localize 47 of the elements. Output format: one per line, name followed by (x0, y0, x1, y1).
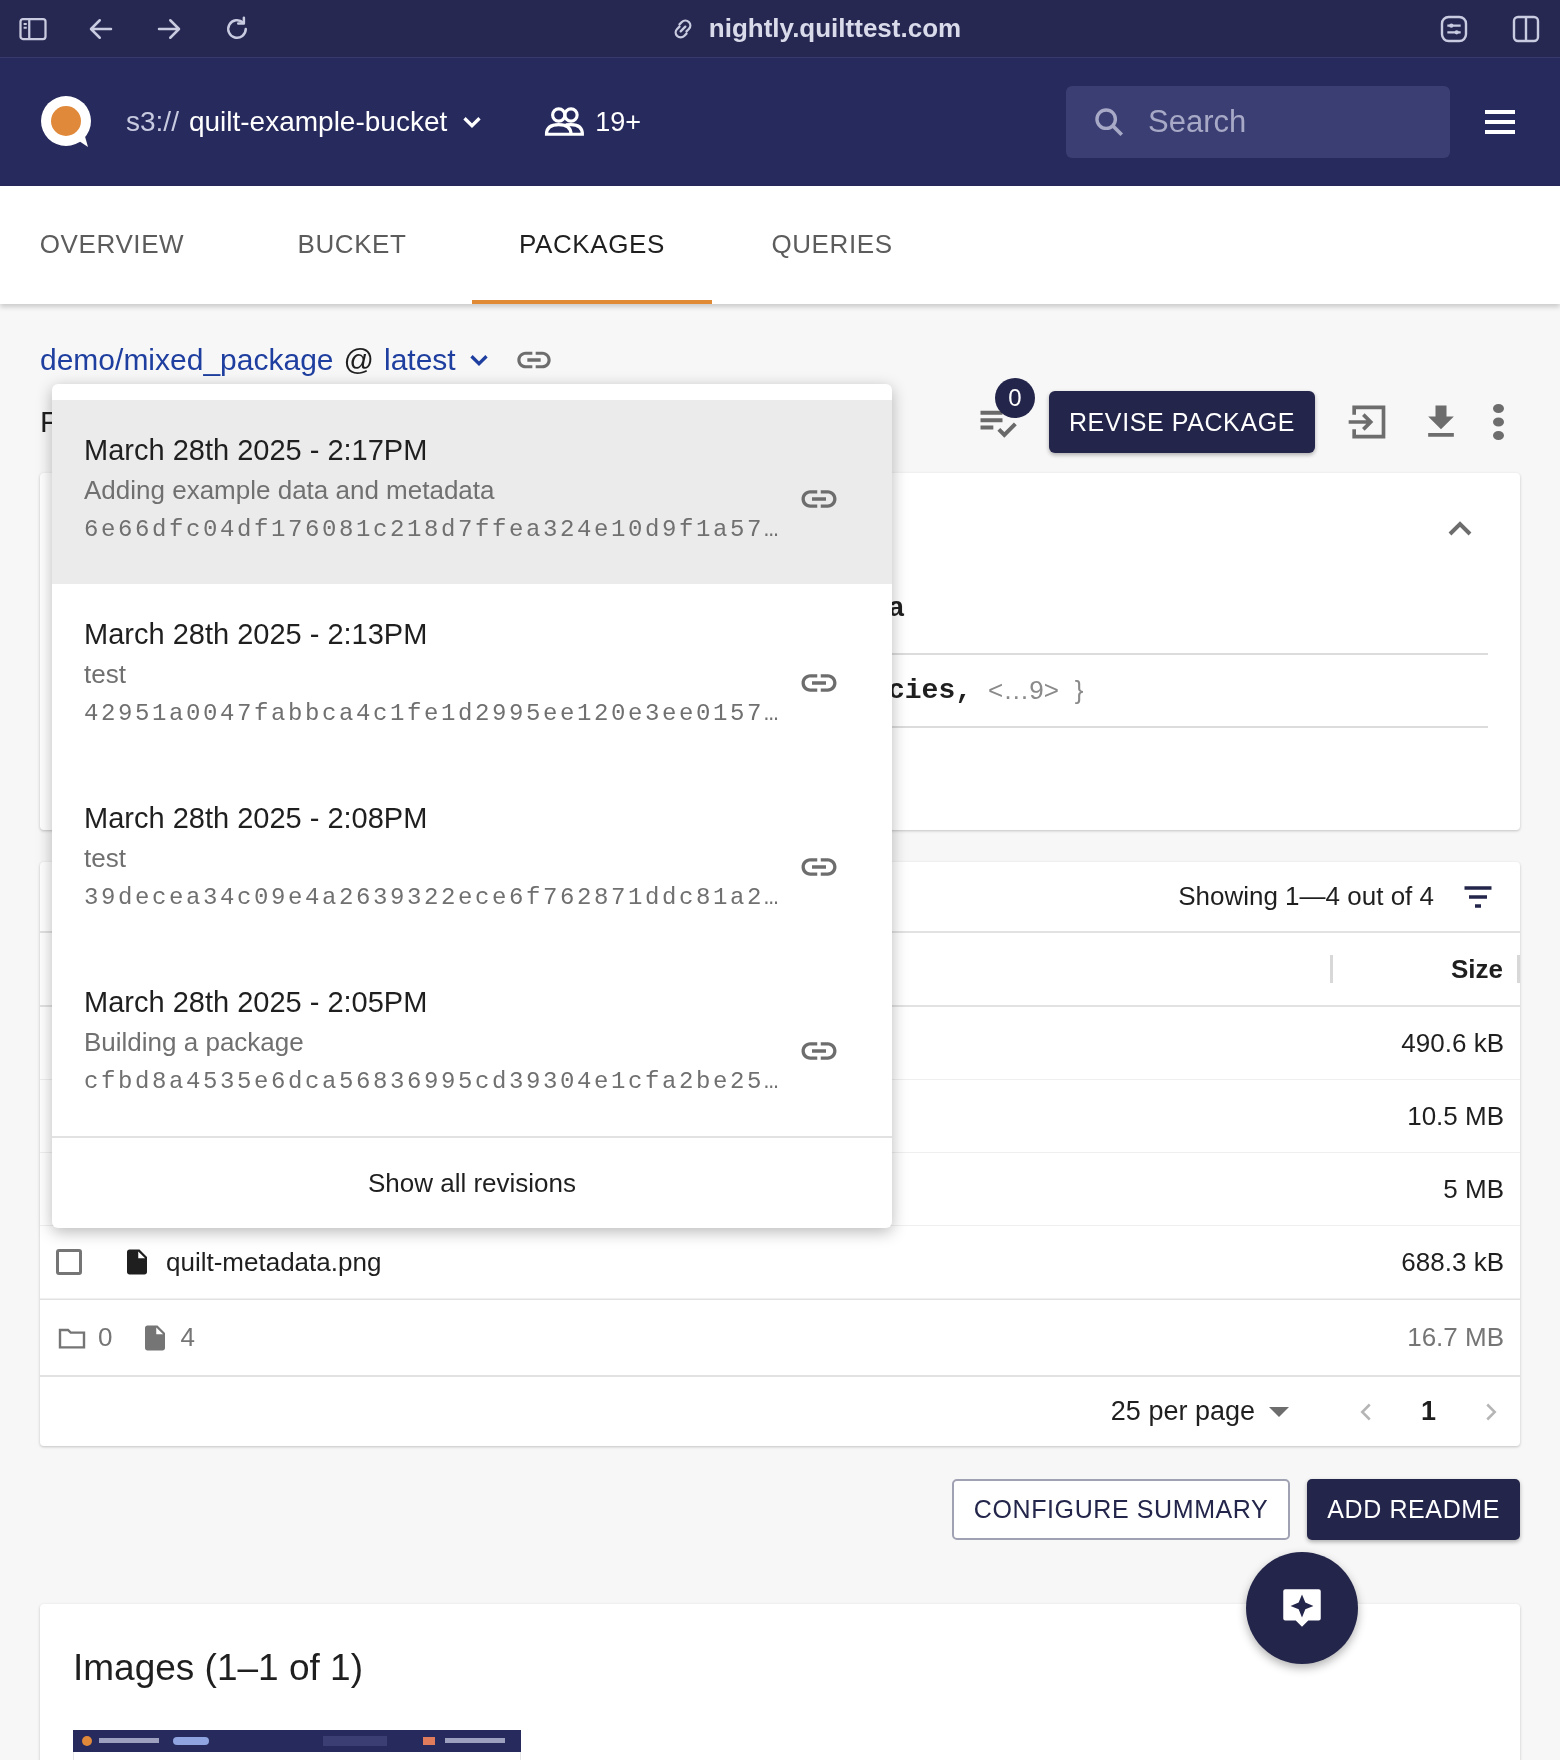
count-badge: 0 (994, 378, 1035, 418)
collaborator-count[interactable]: 19+ (595, 106, 642, 138)
revision-item[interactable]: March 28th 2025 - 2:17PM Adding example data and metadata 6e66dfc04df176081c218d7ffea324e10d9f1a57… (52, 400, 892, 584)
total-size: 16.7 MB (1407, 1322, 1504, 1353)
revision-date: March 28th 2025 - 2:08PM (84, 801, 428, 836)
closing-brace: } (1074, 675, 1084, 706)
revision-hash: 39decea34c09e4a2639322ece6f762871ddc81a2… (84, 883, 782, 913)
revision-date: March 28th 2025 - 2:05PM (84, 985, 428, 1020)
bucket-selector[interactable]: s3:// quilt-example-bucket (126, 106, 488, 138)
show-all-revisions-button[interactable]: Show all revisions (363, 1163, 581, 1203)
tab[interactable]: OVERVIEW (0, 186, 232, 304)
commit-message: Building a package (84, 1026, 304, 1059)
page-number[interactable]: 1 (1420, 1396, 1436, 1427)
file-name[interactable]: quilt-metadata.png (166, 1246, 382, 1278)
section-title: Images (1–1 of 1) (73, 1646, 363, 1690)
file-size: 688.3 kB (1401, 1246, 1504, 1278)
tab[interactable]: PACKAGES (472, 186, 712, 304)
commit-message: test (84, 658, 126, 691)
revision-item[interactable]: March 28th 2025 - 2:08PM test 39decea34c09e4a2639322ece6f762871ddc81a2… (52, 768, 892, 952)
tab[interactable]: BUCKET (232, 186, 472, 304)
revision-hash: 42951a0047fabbca4c1fe1d2995ee120e3ee0157… (84, 699, 782, 729)
selection-button[interactable]: 0 (974, 378, 1035, 444)
search-input[interactable]: Search (1148, 92, 1408, 152)
column-header[interactable]: Size (1450, 953, 1503, 985)
separator: @ (343, 343, 374, 377)
file-size: 490.6 kB (1401, 1027, 1504, 1059)
file-size: 5 MB (1443, 1173, 1504, 1205)
commit-message: test (84, 842, 126, 875)
revision-date: March 28th 2025 - 2:13PM (84, 617, 428, 652)
package-name-link[interactable]: demo/mixed_package (40, 343, 334, 377)
results-count: Showing 1—4 out of 4 (1178, 881, 1434, 912)
tab[interactable]: QUERIES (712, 186, 952, 304)
add-readme-button[interactable]: ADD README (1307, 1479, 1520, 1540)
revision-selector[interactable]: latest (384, 343, 494, 377)
address-bar-url[interactable]: nightly.quilttest.com (708, 13, 962, 44)
revision-hash: 6e66dfc04df176081c218d7ffea324e10d9f1a57… (84, 515, 782, 545)
revision-date: March 28th 2025 - 2:17PM (84, 433, 428, 468)
file-count: 4 (180, 1322, 195, 1353)
configure-summary-button[interactable]: CONFIGURE SUMMARY (951, 1479, 1291, 1540)
revision-item[interactable]: March 28th 2025 - 2:05PM Building a package cfbd8a4535e6dca56836995cd39304e1cfa2be25… (52, 952, 892, 1136)
rows-per-page-select[interactable]: 25 per page (1110, 1396, 1289, 1427)
revision-hash: cfbd8a4535e6dca56836995cd39304e1cfa2be25… (84, 1067, 782, 1097)
search-field[interactable]: Search (1066, 86, 1450, 158)
file-size: 10.5 MB (1407, 1100, 1504, 1132)
revise-package-button[interactable]: REVISE PACKAGE (1048, 391, 1315, 453)
commit-message: Adding example data and metadata (84, 474, 495, 507)
folder-count: 0 (98, 1322, 113, 1353)
